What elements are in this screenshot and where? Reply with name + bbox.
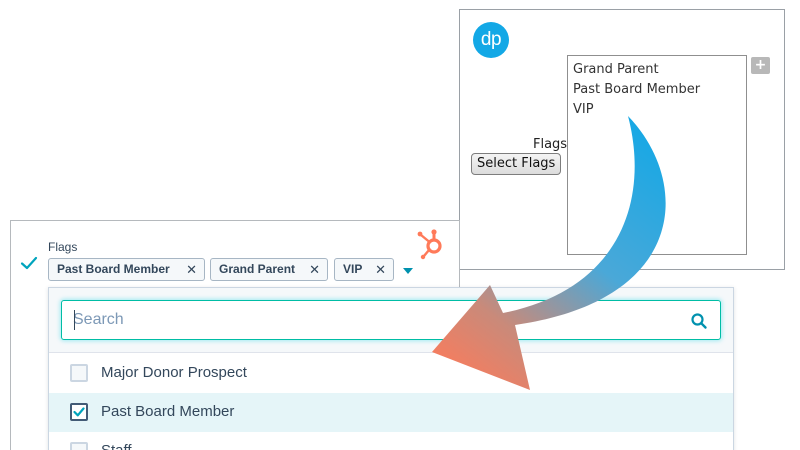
dp-flags-label: Flags (533, 137, 568, 152)
tag-vip: VIP ✕ (334, 258, 394, 281)
remove-tag-icon[interactable]: ✕ (375, 259, 386, 280)
option-checkbox[interactable] (70, 364, 88, 382)
select-flags-button[interactable]: Select Flags (471, 153, 562, 175)
dp-list-item[interactable]: Grand Parent (573, 60, 741, 80)
donorperfect-panel: dp Flags Select Flags Grand Parent Past … (459, 9, 785, 270)
tag-grand-parent: Grand Parent ✕ (210, 258, 328, 281)
option-label: Past Board Member (101, 403, 235, 420)
option-checkbox[interactable] (70, 442, 88, 450)
dp-list-item[interactable]: Past Board Member (573, 80, 741, 100)
text-cursor (74, 310, 75, 330)
search-container (49, 288, 733, 353)
caret-down-icon[interactable] (403, 268, 413, 274)
option-checkbox-checked[interactable] (70, 403, 88, 421)
remove-tag-icon[interactable]: ✕ (186, 259, 197, 280)
remove-tag-icon[interactable]: ✕ (309, 259, 320, 280)
option-label: Major Donor Prospect (101, 364, 247, 381)
donorperfect-logo-icon: dp (473, 22, 509, 58)
flags-dropdown: Major Donor Prospect Past Board Member S… (48, 287, 734, 450)
option-past-board-member[interactable]: Past Board Member (49, 393, 733, 432)
option-label: Staff (101, 442, 132, 450)
hs-flags-label: Flags (48, 240, 78, 254)
hubspot-sprocket-icon (417, 229, 442, 260)
search-icon[interactable] (690, 312, 708, 330)
tag-past-board-member: Past Board Member ✕ (48, 258, 205, 281)
tag-label: Grand Parent (219, 262, 296, 276)
tag-label: VIP (343, 262, 363, 276)
tag-label: Past Board Member (57, 262, 170, 276)
screenshot-stage: dp Flags Select Flags Grand Parent Past … (0, 0, 800, 450)
option-staff[interactable]: Staff (49, 432, 733, 450)
check-icon (20, 256, 38, 270)
search-input[interactable] (73, 309, 673, 331)
dp-add-flag-button[interactable]: + (751, 57, 770, 74)
search-field[interactable] (61, 300, 721, 340)
dp-flags-listbox[interactable]: Grand Parent Past Board Member VIP (567, 55, 747, 255)
option-major-donor-prospect[interactable]: Major Donor Prospect (49, 354, 733, 393)
checkbox-check-icon (73, 407, 85, 417)
dp-list-item[interactable]: VIP (573, 100, 741, 120)
